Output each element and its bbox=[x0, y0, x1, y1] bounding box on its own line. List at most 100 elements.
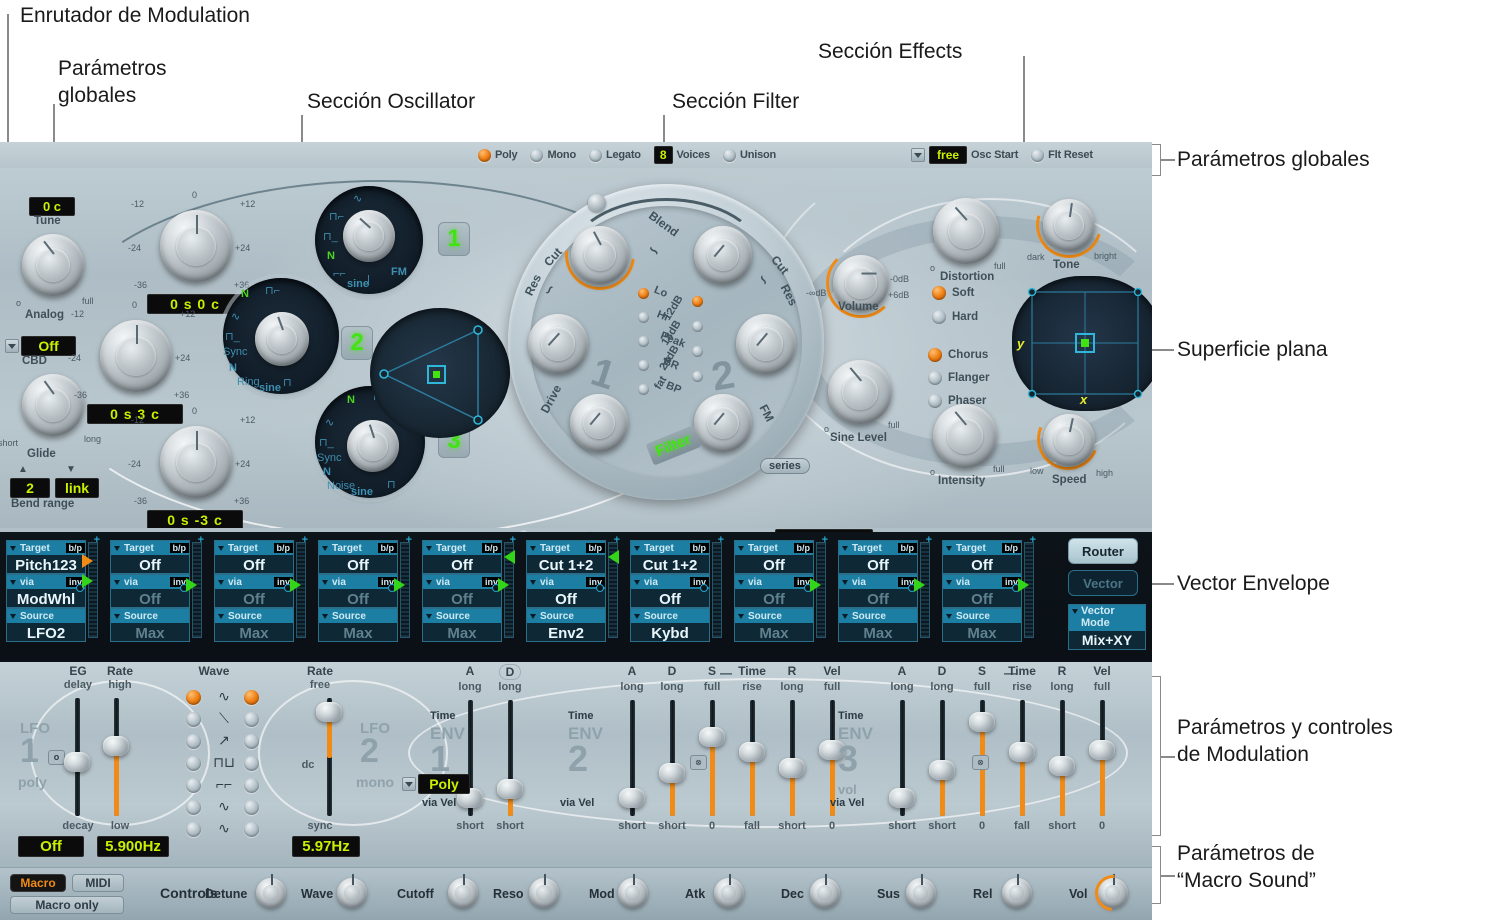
vector-tab-button[interactable]: Vector bbox=[1068, 570, 1138, 596]
chevron-down-icon[interactable] bbox=[839, 614, 851, 619]
lfo2-wave-button[interactable] bbox=[244, 690, 259, 705]
router-via-box[interactable]: via inv Off bbox=[942, 574, 1022, 608]
poly-button[interactable]: Poly bbox=[478, 148, 518, 162]
lfo1-eg-thumb[interactable] bbox=[64, 752, 90, 772]
env-slider-thumb[interactable] bbox=[659, 763, 685, 784]
lfo1-rate-thumb[interactable] bbox=[103, 736, 129, 756]
res1-knob[interactable] bbox=[528, 314, 588, 374]
router-target-box[interactable]: Target b/p Off bbox=[214, 540, 294, 574]
lfo2-wave-button[interactable] bbox=[244, 712, 259, 727]
hard-option[interactable]: Hard bbox=[932, 310, 978, 324]
blend-handle[interactable] bbox=[588, 194, 606, 212]
router-source-box[interactable]: Source Max bbox=[942, 608, 1022, 642]
bend-link-value[interactable]: link bbox=[55, 478, 99, 498]
chevron-down-icon[interactable] bbox=[943, 580, 955, 585]
chevron-down-icon[interactable] bbox=[735, 580, 747, 585]
env-slider-thumb[interactable] bbox=[1049, 755, 1075, 776]
router-via-box[interactable]: via inv Off bbox=[838, 574, 918, 608]
router-via-box[interactable]: via inv Off bbox=[630, 574, 710, 608]
router-amount-marker-green[interactable] bbox=[1018, 578, 1029, 592]
env-slider-thumb[interactable] bbox=[739, 742, 765, 763]
chevron-down-icon[interactable] bbox=[839, 546, 851, 551]
tone-knob[interactable] bbox=[1043, 199, 1095, 251]
lfo1-wave-button[interactable] bbox=[186, 690, 201, 705]
router-via-box[interactable]: via inv Off bbox=[422, 574, 502, 608]
router-amount-marker-green[interactable] bbox=[394, 578, 405, 592]
chevron-down-icon[interactable] bbox=[631, 614, 643, 619]
lfo1-wave-button[interactable] bbox=[186, 800, 201, 815]
router-source-box[interactable]: Source Kybd bbox=[630, 608, 710, 642]
router-target-box[interactable]: Target b/p Pitch123 bbox=[6, 540, 86, 574]
filter1-mode-led[interactable] bbox=[638, 288, 649, 299]
chevron-down-icon[interactable] bbox=[631, 546, 643, 551]
osc-start-selector[interactable]: free Osc Start bbox=[911, 146, 1018, 164]
env-time-link-button[interactable]: ⊗ bbox=[972, 755, 989, 770]
router-amount-marker-green[interactable] bbox=[498, 578, 509, 592]
chevron-down-icon[interactable] bbox=[631, 580, 643, 585]
chevron-down-icon[interactable] bbox=[943, 546, 955, 551]
macro-button[interactable]: Macro bbox=[10, 874, 66, 892]
chevron-down-icon[interactable] bbox=[423, 580, 435, 585]
router-source-box[interactable]: Source Max bbox=[838, 608, 918, 642]
router-via-box[interactable]: via inv Off bbox=[318, 574, 398, 608]
chevron-down-icon[interactable] bbox=[423, 614, 435, 619]
lfo1-zero-button[interactable]: o bbox=[48, 750, 65, 765]
flanger-option[interactable]: Flanger bbox=[928, 371, 990, 385]
lfo1-wave-button[interactable] bbox=[186, 734, 201, 749]
env-slider-thumb[interactable] bbox=[1089, 740, 1115, 761]
router-amount-marker-orange[interactable] bbox=[82, 554, 93, 568]
flt-reset-button[interactable]: Flt Reset bbox=[1031, 148, 1093, 162]
lfo2-wave-button[interactable] bbox=[244, 800, 259, 815]
env-slider-thumb[interactable] bbox=[969, 711, 995, 732]
router-amount-marker-green[interactable] bbox=[82, 574, 93, 588]
router-target-box[interactable]: Target b/p Off bbox=[942, 540, 1022, 574]
sine-level-knob[interactable] bbox=[828, 360, 892, 424]
macro-knob-atk[interactable] bbox=[713, 874, 744, 908]
lfo1-wave-button[interactable] bbox=[186, 756, 201, 771]
chevron-down-icon[interactable] bbox=[111, 614, 123, 619]
lfo2-wave-button[interactable] bbox=[244, 778, 259, 793]
router-source-box[interactable]: Source Max bbox=[318, 608, 398, 642]
router-tab-button[interactable]: Router bbox=[1068, 538, 1138, 564]
chevron-down-icon[interactable] bbox=[402, 777, 416, 791]
chorus-option[interactable]: Chorus bbox=[928, 348, 988, 362]
glide-knob[interactable] bbox=[22, 374, 84, 436]
cbd-selector[interactable]: Off bbox=[5, 336, 76, 356]
bend-down-arrow-icon[interactable]: ▼ bbox=[66, 464, 76, 475]
chevron-down-icon[interactable] bbox=[215, 546, 227, 551]
soft-option[interactable]: Soft bbox=[932, 286, 974, 300]
bend-range-value[interactable]: 2 bbox=[10, 478, 50, 498]
chevron-down-icon[interactable] bbox=[839, 580, 851, 585]
analog-knob[interactable] bbox=[22, 234, 84, 296]
osc2-pitch-knob[interactable] bbox=[100, 320, 172, 392]
filter2-slope-led[interactable] bbox=[692, 296, 703, 307]
midi-button[interactable]: MIDI bbox=[72, 874, 124, 892]
router-source-box[interactable]: Source LFO2 bbox=[6, 608, 86, 642]
osc1-pitch-knob[interactable] bbox=[160, 210, 232, 282]
router-amount-marker-green[interactable] bbox=[810, 578, 821, 592]
env-slider-thumb[interactable] bbox=[889, 788, 915, 809]
env-slider-thumb[interactable] bbox=[497, 778, 523, 799]
chevron-down-icon[interactable] bbox=[215, 614, 227, 619]
cut1-knob[interactable] bbox=[571, 226, 629, 284]
distortion-knob[interactable] bbox=[933, 198, 999, 264]
filter2-slope-led[interactable] bbox=[692, 346, 703, 357]
env-mode-selector[interactable]: Poly bbox=[402, 774, 470, 794]
env-slider-thumb[interactable] bbox=[1009, 742, 1035, 763]
chevron-down-icon[interactable] bbox=[111, 546, 123, 551]
chevron-down-icon[interactable] bbox=[735, 546, 747, 551]
drive1-knob[interactable] bbox=[570, 394, 628, 452]
env-slider-thumb[interactable] bbox=[779, 757, 805, 778]
chevron-down-icon[interactable] bbox=[319, 546, 331, 551]
macro-knob-cutoff[interactable] bbox=[448, 874, 478, 908]
lfo2-rate-value[interactable]: 5.97Hz bbox=[292, 836, 360, 857]
router-amount-marker-green[interactable] bbox=[608, 550, 619, 564]
env-slider-thumb[interactable] bbox=[929, 759, 955, 780]
bend-up-arrow-icon[interactable]: ▲ bbox=[18, 464, 28, 475]
macro-knob-detune[interactable] bbox=[256, 874, 286, 908]
filter2-slope-led[interactable] bbox=[692, 321, 703, 332]
macro-knob-rel[interactable] bbox=[1001, 874, 1032, 908]
fm2-knob[interactable] bbox=[694, 394, 752, 452]
lfo1-eg-value[interactable]: Off bbox=[18, 836, 84, 857]
lfo1-wave-button[interactable] bbox=[186, 778, 201, 793]
